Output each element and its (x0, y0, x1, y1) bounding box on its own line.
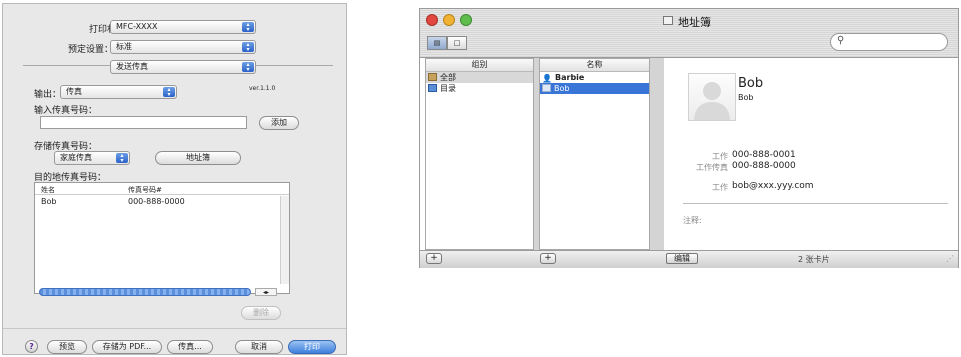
presets-popup[interactable]: 标准 ▴ ▾ (110, 40, 256, 54)
printer-value: MFC-XXXX (116, 22, 158, 31)
horizontal-scrollbar-thumb[interactable] (39, 288, 251, 296)
group-item-all[interactable]: 全部 (426, 72, 533, 83)
view-card-only-icon[interactable]: □ (447, 36, 467, 50)
print-button[interactable]: 打印 (288, 340, 336, 354)
search-input[interactable] (849, 36, 945, 50)
work-fax[interactable]: 000-888-0000 (732, 161, 796, 171)
output-popup[interactable]: 传真 ▴ ▾ (60, 85, 177, 99)
card-icon (542, 84, 551, 92)
add-button[interactable]: 添加 (259, 116, 299, 130)
note-separator (683, 203, 948, 204)
row-fax: 000-888-0000 (128, 197, 185, 206)
field-label: 工作 (712, 183, 728, 192)
output-label: 输出： (34, 90, 62, 100)
name-label: Bob (554, 84, 570, 93)
search-icon: ⚲ (837, 35, 845, 46)
field-label: 工作传真 (696, 163, 728, 172)
groups-header: 组别 (426, 59, 533, 72)
popup-arrows-icon: ▴ ▾ (242, 42, 254, 53)
output-value: 传真 (66, 87, 82, 96)
zoom-icon[interactable] (460, 14, 472, 26)
card-count: 2 张卡片 (798, 255, 830, 264)
field-label: 工作 (712, 152, 728, 161)
person-silhouette-icon (694, 82, 730, 120)
contact-name: Bob (738, 76, 764, 91)
address-book-window: 地址簿 ▤ □ ⚲ 组别 全部 目录 名称 👤 Barbie Bob Bob B… (419, 8, 959, 268)
avatar[interactable] (688, 73, 736, 121)
preview-button[interactable]: 预览 (47, 340, 87, 354)
work-phone[interactable]: 000-888-0001 (732, 150, 796, 160)
view-card-and-columns-icon[interactable]: ▤ (427, 36, 447, 50)
group-label: 全部 (440, 73, 456, 82)
add-person-button[interactable]: + (540, 253, 556, 264)
popup-arrows-icon: ▴ ▾ (116, 153, 128, 164)
presets-value: 标准 (116, 42, 132, 51)
help-icon[interactable]: ? (25, 340, 38, 353)
work-email[interactable]: bob@xxx.yyy.com (732, 181, 814, 191)
person-icon: 👤 (542, 74, 552, 83)
address-book-icon (663, 16, 673, 25)
cancel-button[interactable]: 取消 (235, 340, 283, 354)
names-header: 名称 (540, 59, 649, 72)
resize-grip-icon[interactable]: ⋰ (946, 254, 954, 263)
stored-fax-popup[interactable]: 家庭传真 ▴ ▾ (54, 151, 130, 165)
groups-column: 组别 全部 目录 (425, 58, 534, 250)
search-field[interactable]: ⚲ (830, 33, 948, 51)
delete-button[interactable]: 删除 (241, 306, 281, 320)
presets-label: 预定设置： (68, 45, 114, 55)
save-pdf-button[interactable]: 存储为 PDF... (92, 340, 162, 354)
popup-arrows-icon: ▴ ▾ (163, 87, 175, 98)
table-row[interactable]: Bob 000-888-0000 (35, 197, 289, 208)
add-group-button[interactable]: + (426, 253, 442, 264)
row-name: Bob (41, 197, 57, 206)
directory-icon (428, 84, 437, 92)
contact-card: Bob Bob 工作 000-888-0001 工作传真 000-888-000… (665, 58, 958, 250)
stored-fax-value: 家庭传真 (60, 153, 92, 162)
contact-company: Bob (738, 93, 754, 102)
names-column: 名称 👤 Barbie Bob (539, 58, 650, 250)
name-item-bob[interactable]: Bob (540, 83, 649, 94)
group-item-directory[interactable]: 目录 (426, 83, 533, 94)
address-book-button[interactable]: 地址簿 (155, 151, 241, 165)
window-title: 地址簿 (678, 16, 711, 29)
print-dialog: 打印机： MFC-XXXX ▴ ▾ 预定设置： 标准 ▴ ▾ 发送传真 ▴ ▾ 输出：… (2, 3, 347, 355)
title-bar: 地址簿 ▤ □ ⚲ (420, 9, 958, 58)
column-splitter[interactable] (650, 58, 664, 251)
panel-popup[interactable]: 发送传真 ▴ ▾ (110, 60, 256, 74)
vertical-scrollbar[interactable] (280, 196, 289, 284)
header-divider (35, 194, 289, 195)
fax-number-input[interactable] (40, 116, 247, 129)
version-label: ver.1.1.0 (249, 85, 276, 92)
bottom-bar: + + 编辑 2 张卡片 ⋰ (420, 250, 958, 268)
footer-separator (3, 328, 346, 329)
destination-table[interactable]: 姓名 传真号码# Bob 000-888-0000 (34, 182, 290, 294)
panel-value: 发送传真 (116, 62, 148, 71)
scroll-arrows-icon[interactable]: ◂▸ (255, 288, 277, 296)
minimize-icon[interactable] (443, 14, 455, 26)
popup-arrows-icon: ▴ ▾ (242, 62, 254, 73)
note-label[interactable]: 注释: (683, 215, 702, 226)
edit-button[interactable]: 编辑 (666, 253, 698, 264)
input-fax-label: 输入传真号码： (34, 106, 98, 116)
printer-popup[interactable]: MFC-XXXX ▴ ▾ (110, 20, 256, 34)
name-label: Barbie (555, 73, 585, 82)
group-card-icon (428, 73, 437, 81)
close-icon[interactable] (426, 14, 438, 26)
group-label: 目录 (440, 84, 456, 93)
popup-arrows-icon: ▴ ▾ (242, 22, 254, 33)
fax-button[interactable]: 传真... (167, 340, 213, 354)
name-item-barbie[interactable]: 👤 Barbie (540, 72, 649, 83)
